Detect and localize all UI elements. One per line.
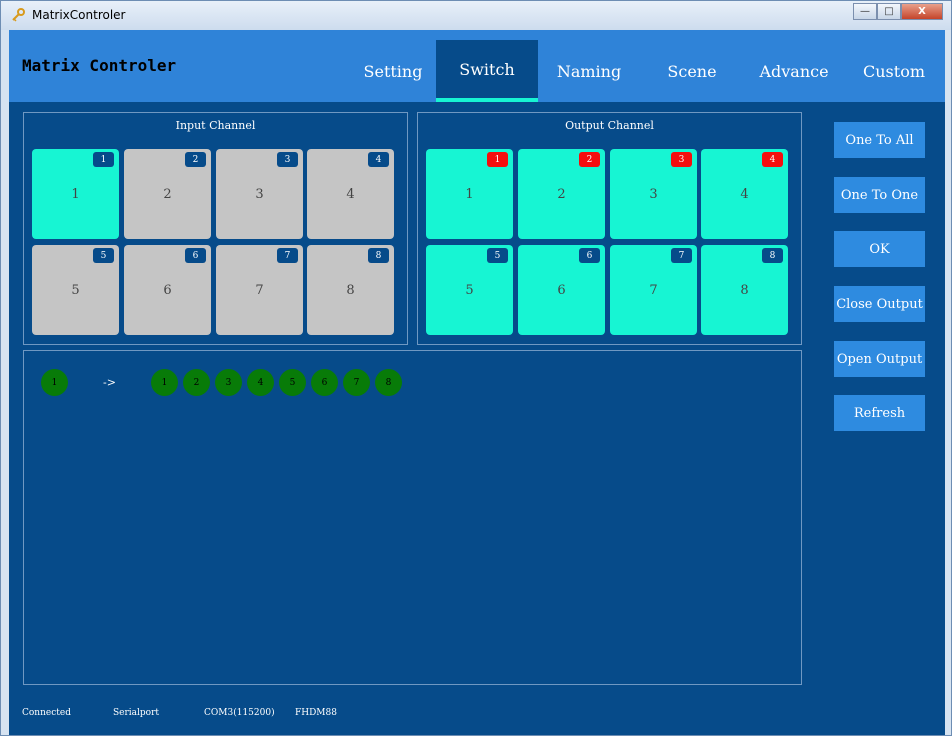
input-cell-label: 2 [163, 186, 172, 202]
mapping-output-dot: 1 [151, 369, 178, 396]
window-title: MatrixControler [32, 8, 126, 22]
input-badge: 4 [368, 152, 389, 167]
input-cell-3[interactable]: 33 [216, 149, 303, 239]
output-badge: 8 [762, 248, 783, 263]
output-cell-7[interactable]: 77 [610, 245, 697, 335]
input-cell-label: 4 [346, 186, 355, 202]
output-badge: 5 [487, 248, 508, 263]
tab-advance[interactable]: Advance [743, 40, 845, 102]
tab-switch[interactable]: Switch [436, 40, 538, 102]
input-cell-7[interactable]: 77 [216, 245, 303, 335]
output-cell-6[interactable]: 66 [518, 245, 605, 335]
ok-button[interactable]: OK [834, 231, 925, 267]
output-cell-label: 2 [557, 186, 566, 202]
input-cell-5[interactable]: 55 [32, 245, 119, 335]
mapping-output-dot: 2 [183, 369, 210, 396]
status-connection: Connected [22, 708, 71, 718]
input-cell-8[interactable]: 88 [307, 245, 394, 335]
input-cell-1[interactable]: 11 [32, 149, 119, 239]
mapping-panel [23, 350, 802, 685]
status-port-type: Serialport [113, 708, 160, 718]
one-to-all-button[interactable]: One To All [834, 122, 925, 158]
input-badge: 8 [368, 248, 389, 263]
window-controls: — □ X [853, 3, 943, 20]
tab-scene[interactable]: Scene [641, 40, 743, 102]
mapping-input-dot: 1 [41, 369, 68, 396]
input-cell-label: 6 [163, 282, 172, 298]
close-button[interactable]: X [901, 3, 943, 20]
input-cell-label: 7 [255, 282, 264, 298]
one-to-one-button[interactable]: One To One [834, 177, 925, 213]
output-cell-3[interactable]: 33 [610, 149, 697, 239]
tab-setting[interactable]: Setting [342, 40, 444, 102]
minimize-button[interactable]: — [853, 3, 877, 20]
status-port: COM3(115200) [204, 708, 275, 718]
output-cell-8[interactable]: 88 [701, 245, 788, 335]
input-cell-label: 3 [255, 186, 264, 202]
output-cell-label: 8 [740, 282, 749, 298]
output-badge: 6 [579, 248, 600, 263]
tab-custom[interactable]: Custom [845, 40, 943, 102]
input-channel-title: Input Channel [175, 119, 256, 132]
key-icon [12, 8, 25, 22]
output-channel-panel: Output Channel 11 22 33 44 55 66 77 88 [417, 112, 802, 345]
mapping-output-dot: 6 [311, 369, 338, 396]
output-cell-label: 6 [557, 282, 566, 298]
output-cell-2[interactable]: 22 [518, 149, 605, 239]
input-cell-label: 1 [71, 186, 80, 202]
output-cell-label: 7 [649, 282, 658, 298]
refresh-button[interactable]: Refresh [834, 395, 925, 431]
input-cell-4[interactable]: 44 [307, 149, 394, 239]
input-cell-6[interactable]: 66 [124, 245, 211, 335]
open-output-button[interactable]: Open Output [834, 341, 925, 377]
output-badge: 2 [579, 152, 600, 167]
maximize-button[interactable]: □ [877, 3, 901, 20]
input-badge: 1 [93, 152, 114, 167]
app-window: MatrixControler — □ X Matrix Controler S… [0, 0, 952, 736]
client-area: Matrix Controler Setting Switch Naming S… [9, 30, 945, 735]
output-cell-label: 4 [740, 186, 749, 202]
output-cell-4[interactable]: 44 [701, 149, 788, 239]
output-cell-5[interactable]: 55 [426, 245, 513, 335]
app-name: Matrix Controler [22, 56, 177, 75]
input-cell-2[interactable]: 22 [124, 149, 211, 239]
input-badge: 5 [93, 248, 114, 263]
output-cell-1[interactable]: 11 [426, 149, 513, 239]
output-cell-label: 3 [649, 186, 658, 202]
input-cell-label: 8 [346, 282, 355, 298]
input-channel-panel: Input Channel 11 22 33 44 55 66 77 88 [23, 112, 408, 345]
header-bar: Matrix Controler Setting Switch Naming S… [9, 30, 945, 102]
output-cell-label: 5 [465, 282, 474, 298]
input-badge: 7 [277, 248, 298, 263]
output-badge: 1 [487, 152, 508, 167]
mapping-arrow: -> [103, 376, 116, 389]
close-output-button[interactable]: Close Output [834, 286, 925, 322]
output-channel-title: Output Channel [565, 119, 654, 132]
output-badge: 3 [671, 152, 692, 167]
tab-naming[interactable]: Naming [538, 40, 640, 102]
input-badge: 6 [185, 248, 206, 263]
input-badge: 2 [185, 152, 206, 167]
mapping-output-dot: 7 [343, 369, 370, 396]
mapping-output-dot: 4 [247, 369, 274, 396]
output-badge: 4 [762, 152, 783, 167]
title-bar[interactable]: MatrixControler — □ X [1, 1, 951, 30]
output-badge: 7 [671, 248, 692, 263]
status-device: FHDM88 [295, 708, 337, 718]
input-cell-label: 5 [71, 282, 80, 298]
mapping-output-dot: 3 [215, 369, 242, 396]
mapping-output-dot: 8 [375, 369, 402, 396]
input-badge: 3 [277, 152, 298, 167]
mapping-output-dot: 5 [279, 369, 306, 396]
output-cell-label: 1 [465, 186, 474, 202]
